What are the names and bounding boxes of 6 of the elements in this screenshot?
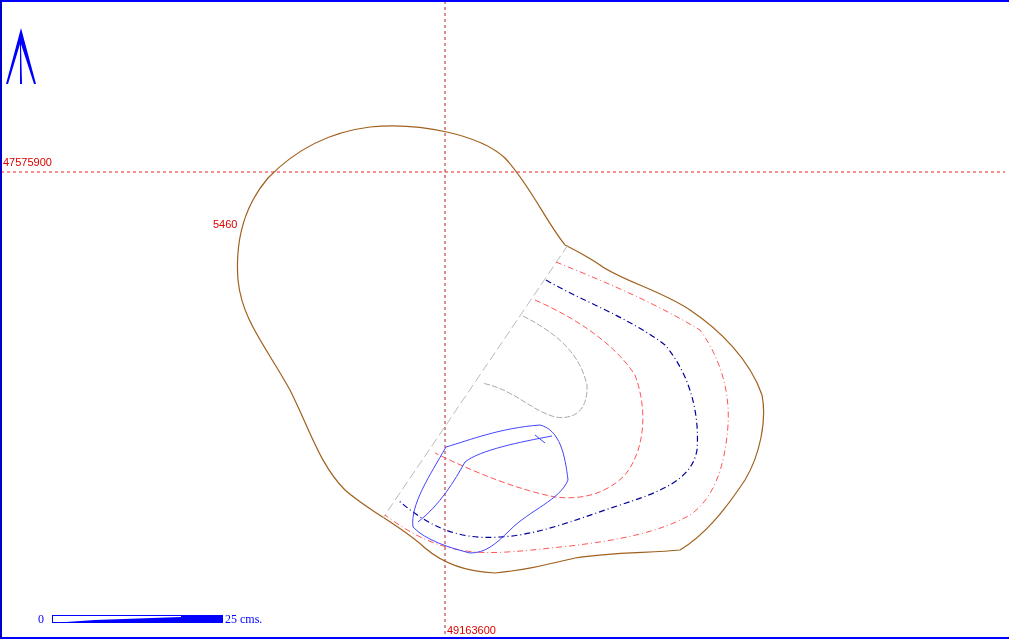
- scale-start-label: 0: [38, 612, 44, 626]
- contour-elevation-label: 5460: [213, 218, 238, 230]
- scale-end-label: 25 cms.: [225, 612, 263, 626]
- north-arrow-icon: [6, 28, 36, 84]
- grid-coordinate-label: 49163600: [447, 624, 496, 636]
- grid-coordinate-label: 47575900: [3, 156, 52, 168]
